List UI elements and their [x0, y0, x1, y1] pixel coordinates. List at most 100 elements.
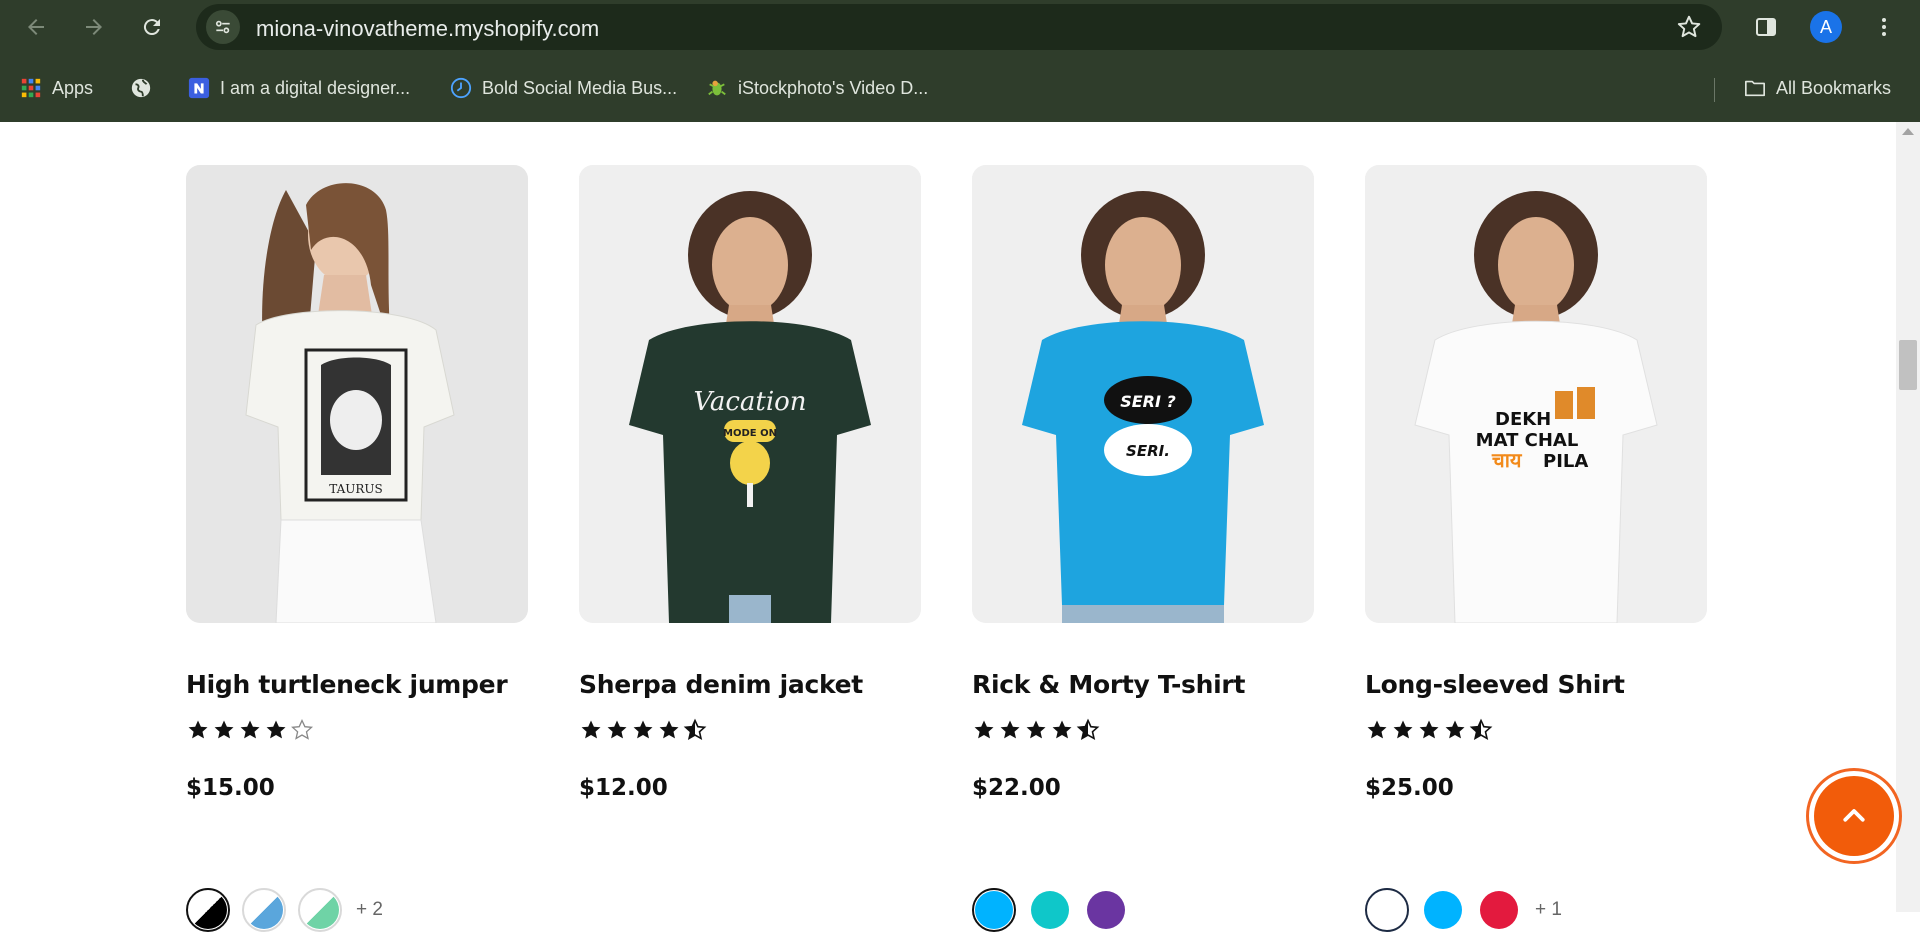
product-image[interactable]: Vacation MODE ON: [579, 165, 921, 623]
svg-text:MODE ON: MODE ON: [723, 428, 777, 439]
model-photo: Vacation MODE ON: [579, 165, 921, 623]
all-bookmarks-button[interactable]: All Bookmarks: [1744, 74, 1891, 102]
scroll-up-arrow-icon[interactable]: [1902, 128, 1914, 135]
svg-text:SERI ?: SERI ?: [1120, 392, 1176, 411]
swatch-white[interactable]: [1365, 888, 1409, 932]
svg-text:चाय: चाय: [1491, 448, 1523, 472]
bookmark-digital-designer[interactable]: I am a digital designer...: [188, 74, 410, 102]
star-full-icon: [1367, 720, 1387, 739]
swatch-sky-blue[interactable]: [972, 888, 1016, 932]
product-image[interactable]: TAURUS: [186, 165, 528, 623]
shop-page: TAURUS High turtleneck jumper $15.00 + 2…: [0, 122, 1896, 932]
star-half-icon: [1076, 718, 1100, 741]
gecko-icon: [706, 77, 728, 99]
bookmark-label: I am a digital designer...: [220, 77, 411, 98]
svg-text:DEKH: DEKH: [1495, 409, 1551, 430]
tune-icon: [215, 20, 230, 34]
side-panel-icon: [1756, 18, 1776, 36]
product-title[interactable]: Long-sleeved Shirt: [1365, 670, 1625, 699]
rating-stars: [972, 718, 1100, 742]
star-full-icon: [266, 720, 286, 739]
bookmark-label: Apps: [52, 77, 94, 98]
star-empty-icon: [291, 718, 314, 740]
star-full-icon: [607, 720, 627, 739]
bookmarks-bar: Apps I am a digital designer... Bold Soc…: [0, 66, 1920, 110]
all-bookmarks-label: All Bookmarks: [1776, 77, 1892, 98]
product-price: $22.00: [972, 775, 1061, 801]
bookmark-divider: [1714, 78, 1715, 102]
star-full-icon: [633, 720, 653, 739]
star-full-icon: [214, 720, 234, 739]
forward-button[interactable]: [76, 9, 112, 45]
bookmark-istock[interactable]: iStockphoto's Video D...: [706, 74, 928, 102]
more-swatches-count[interactable]: + 2: [356, 899, 383, 921]
bookmark-label: Bold Social Media Bus...: [482, 77, 678, 98]
back-to-top-inner: [1814, 776, 1894, 856]
product-card[interactable]: SERI ? SERI. Rick & Morty T-shirt $22.00: [972, 165, 1314, 932]
model-photo: TAURUS: [186, 165, 528, 623]
folder-icon: [1744, 77, 1766, 99]
product-card[interactable]: Vacation MODE ON Sherpa denim jacket $12…: [579, 165, 921, 801]
avatar: A: [1810, 11, 1842, 43]
svg-text:PILA: PILA: [1543, 451, 1588, 472]
bookmark-star-icon[interactable]: [1676, 14, 1702, 40]
swatch-sky-blue[interactable]: [1421, 888, 1465, 932]
product-price: $15.00: [186, 775, 275, 801]
bookmark-apps[interactable]: Apps: [20, 74, 93, 102]
star-full-icon: [1052, 720, 1072, 739]
star-full-icon: [1026, 720, 1046, 739]
star-full-icon: [1419, 720, 1439, 739]
swatch-purple[interactable]: [1084, 888, 1128, 932]
star-half-icon: [683, 718, 707, 741]
browser-chrome: miona-vinovatheme.myshopify.com A Apps I…: [0, 0, 1920, 122]
svg-text:TAURUS: TAURUS: [329, 482, 383, 496]
product-price: $12.00: [579, 775, 668, 801]
star-full-icon: [581, 720, 601, 739]
profile-button[interactable]: A: [1808, 9, 1844, 45]
side-panel-button[interactable]: [1748, 9, 1784, 45]
scrollbar-thumb[interactable]: [1899, 340, 1917, 390]
star-half-icon: [1469, 718, 1493, 741]
page-scrollbar[interactable]: [1896, 122, 1920, 912]
svg-text:SERI.: SERI.: [1126, 442, 1170, 460]
reload-icon: [143, 19, 160, 36]
star-full-icon: [240, 720, 260, 739]
address-bar[interactable]: miona-vinovatheme.myshopify.com: [196, 4, 1722, 50]
product-image[interactable]: SERI ? SERI.: [972, 165, 1314, 623]
chevron-up-icon: [1843, 809, 1865, 822]
product-title[interactable]: Rick & Morty T-shirt: [972, 670, 1245, 699]
svg-text:Vacation: Vacation: [693, 387, 806, 417]
clock-icon: [450, 77, 472, 99]
swatch-black-white[interactable]: [186, 888, 230, 932]
url-text[interactable]: miona-vinovatheme.myshopify.com: [256, 16, 599, 42]
color-swatches: + 1: [1365, 888, 1562, 932]
star-full-icon: [1393, 720, 1413, 739]
product-image[interactable]: DEKH MAT CHAL चाय PILA: [1365, 165, 1707, 623]
star-full-icon: [1000, 720, 1020, 739]
bookmark-bold-social[interactable]: Bold Social Media Bus...: [450, 74, 677, 102]
reload-button[interactable]: [134, 9, 170, 45]
rating-stars: [1365, 718, 1493, 742]
swatch-white-blue[interactable]: [242, 888, 286, 932]
product-title[interactable]: Sherpa denim jacket: [579, 670, 863, 699]
rating-stars: [186, 718, 314, 742]
site-info-button[interactable]: [206, 10, 240, 44]
product-card[interactable]: TAURUS High turtleneck jumper $15.00 + 2: [186, 165, 528, 932]
swatch-red[interactable]: [1477, 888, 1521, 932]
more-swatches-count[interactable]: + 1: [1535, 899, 1562, 921]
back-to-top-button[interactable]: [1806, 768, 1902, 864]
more-vert-icon: [1882, 18, 1886, 36]
model-photo: DEKH MAT CHAL चाय PILA: [1365, 165, 1707, 623]
bookmark-globe[interactable]: [130, 74, 152, 102]
product-title[interactable]: High turtleneck jumper: [186, 670, 508, 699]
model-photo: SERI ? SERI.: [972, 165, 1314, 623]
product-card[interactable]: DEKH MAT CHAL चाय PILA Long-sleeved Shir…: [1365, 165, 1707, 932]
bookmark-label: iStockphoto's Video D...: [738, 77, 929, 98]
browser-menu-button[interactable]: [1866, 9, 1902, 45]
star-full-icon: [1445, 720, 1465, 739]
swatch-turquoise[interactable]: [1028, 888, 1072, 932]
n-logo-icon: [188, 77, 210, 99]
color-swatches: + 2: [186, 888, 383, 932]
back-button[interactable]: [18, 9, 54, 45]
swatch-white-green[interactable]: [298, 888, 342, 932]
